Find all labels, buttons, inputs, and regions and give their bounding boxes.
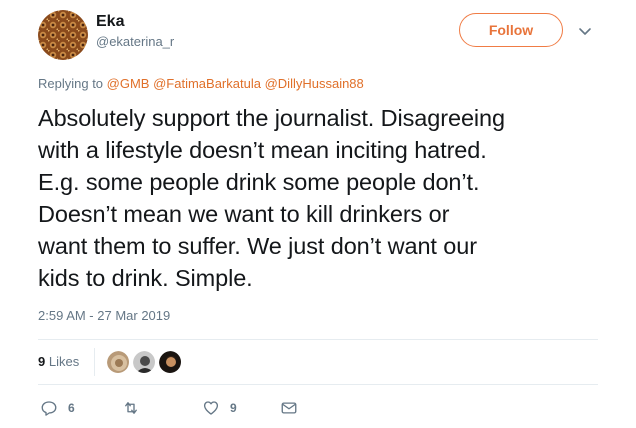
liker-avatar[interactable] [158,350,182,374]
like-count: 9 [230,401,237,415]
display-name[interactable]: Eka [96,12,174,32]
heart-icon [203,401,219,415]
action-bar: 6 9 [38,396,598,420]
divider [38,384,598,385]
liker-avatar[interactable] [106,350,130,374]
tweet-text-line: E.g. some people drink some people don’t… [38,169,480,195]
reply-count: 6 [68,401,75,415]
direct-message-button[interactable] [280,396,298,420]
retweet-icon [125,402,137,414]
mention-link[interactable]: @FatimaBarkatula [153,76,261,91]
envelope-icon [281,402,297,414]
stat-separator [94,348,95,376]
avatar[interactable] [38,10,88,60]
likes-stat[interactable]: 9 Likes [38,354,79,369]
reply-icon [41,401,57,416]
tweet-header: Eka @ekaterina_r Follow [38,10,608,62]
likes-label: Likes [48,354,80,369]
mention-link[interactable]: @DillyHussain88 [265,76,364,91]
tweet-text-line: want them to suffer. We just don’t want … [38,233,477,259]
tweet-text-line: kids to drink. Simple. [38,265,253,291]
retweet-button[interactable] [122,396,150,420]
name-block: Eka @ekaterina_r [96,12,174,51]
timestamp[interactable]: 2:59 AM - 27 Mar 2019 [38,307,170,325]
avatar-image [38,10,88,60]
tweet-text-line: Absolutely support the journalist. Disag… [38,105,505,131]
likes-count: 9 [38,354,46,369]
reply-prefix: Replying to [38,76,104,91]
divider [38,339,598,340]
like-button[interactable]: 9 [202,396,237,420]
mention-link[interactable]: @GMB [107,76,150,91]
reply-context: Replying to @GMB @FatimaBarkatula @Dilly… [38,76,364,92]
tweet-text-line: with a lifestyle doesn’t mean inciting h… [38,137,487,163]
tweet-text-line: Doesn’t mean we want to kill drinkers or [38,201,450,227]
tweet-text: Absolutely support the journalist. Disag… [38,102,603,294]
user-handle[interactable]: @ekaterina_r [96,33,174,51]
chevron-down-icon[interactable] [578,24,592,38]
liker-avatar[interactable] [132,350,156,374]
tweet-card: Eka @ekaterina_r Follow Replying to @GMB… [0,0,636,428]
follow-button[interactable]: Follow [459,13,563,47]
reply-button[interactable]: 6 [40,396,75,420]
stats-row: 9 Likes [38,342,598,382]
